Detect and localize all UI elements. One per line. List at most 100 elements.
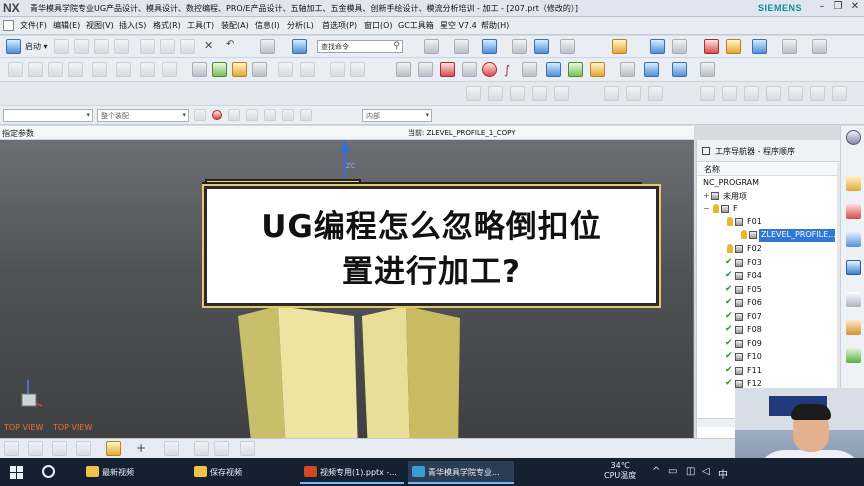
- plus-icon[interactable]: +: [136, 441, 146, 455]
- start-menu-button[interactable]: 启动 ▾: [25, 41, 48, 52]
- start-icon[interactable]: [6, 39, 21, 54]
- tree-node-program[interactable]: ✔ F09: [697, 338, 837, 351]
- op-tool-9-icon[interactable]: [700, 86, 715, 101]
- op-tool-10-icon[interactable]: [722, 86, 737, 101]
- taskbar-item-pptx[interactable]: 视频专用(1).pptx -...: [300, 461, 404, 484]
- flow-icon[interactable]: [644, 62, 659, 77]
- constraint-navigator-icon[interactable]: [846, 204, 861, 219]
- menu-analysis[interactable]: 分析(L): [287, 20, 314, 31]
- select-all-icon[interactable]: [194, 109, 206, 121]
- gear-icon[interactable]: [846, 130, 861, 145]
- view-tool-3-icon[interactable]: [52, 441, 67, 456]
- snap-4-icon[interactable]: [282, 109, 294, 121]
- volume-icon[interactable]: ◁: [702, 466, 710, 477]
- undo-icon[interactable]: ↶: [226, 39, 234, 50]
- show-icon[interactable]: [726, 39, 741, 54]
- cut-icon[interactable]: [140, 39, 155, 54]
- menu-gc-toolbox[interactable]: GC工具箱: [398, 20, 434, 31]
- op-tool-5-icon[interactable]: [554, 86, 569, 101]
- cut-region-icon[interactable]: [620, 62, 635, 77]
- material-icon[interactable]: [568, 62, 583, 77]
- op-tool-4-icon[interactable]: [532, 86, 547, 101]
- op-tool-8-icon[interactable]: [648, 86, 663, 101]
- view-tool-6-icon[interactable]: [194, 441, 209, 456]
- new-icon[interactable]: [54, 39, 69, 54]
- save-as-icon[interactable]: [114, 39, 129, 54]
- tree-node-program[interactable]: ✔ F11: [697, 365, 837, 378]
- menu-help[interactable]: 帮助(H): [481, 20, 509, 31]
- assembly-navigator-icon[interactable]: [846, 176, 861, 191]
- collision-icon[interactable]: [440, 62, 455, 77]
- copy-icon[interactable]: [160, 39, 175, 54]
- menu-view[interactable]: 视图(V): [86, 20, 114, 31]
- tree-node-program[interactable]: ✔ F08: [697, 324, 837, 337]
- mirror-icon[interactable]: [140, 62, 155, 77]
- windows-start-icon[interactable]: [10, 466, 23, 479]
- menu-window[interactable]: 窗口(O): [364, 20, 393, 31]
- tree-node-selected-operation[interactable]: ZLEVEL_PROFILE...: [759, 229, 836, 242]
- menu-preferences[interactable]: 首选项(P): [322, 20, 357, 31]
- speed-icon[interactable]: [350, 62, 365, 77]
- transform-icon[interactable]: [116, 62, 131, 77]
- verify-icon[interactable]: [162, 62, 177, 77]
- view-tool-2-icon[interactable]: [28, 441, 43, 456]
- tree-node-program[interactable]: ✔ F03: [697, 257, 837, 270]
- navigator-pin-icon[interactable]: [702, 147, 710, 155]
- menu-insert[interactable]: 插入(S): [119, 20, 146, 31]
- menu-xingkong[interactable]: 星空 V7.4: [440, 20, 477, 31]
- view-tool-1-icon[interactable]: [4, 441, 19, 456]
- feed-rate-icon[interactable]: [330, 62, 345, 77]
- menu-edit[interactable]: 编辑(E): [53, 20, 80, 31]
- minimize-icon[interactable]: –: [816, 1, 828, 13]
- search-icon[interactable]: ⚲: [393, 41, 400, 51]
- navigator-column-header[interactable]: 名称: [697, 163, 837, 176]
- replay-path-icon[interactable]: [212, 62, 227, 77]
- color-icon[interactable]: [590, 62, 605, 77]
- menu-file[interactable]: 文件(F): [20, 20, 47, 31]
- tree-node-program[interactable]: ✔ F10: [697, 351, 837, 364]
- tree-node-program[interactable]: ✔ F05: [697, 284, 837, 297]
- render-style-icon[interactable]: [512, 39, 527, 54]
- paste-icon[interactable]: [180, 39, 195, 54]
- snap-2-icon[interactable]: [246, 109, 258, 121]
- op-tool-13-icon[interactable]: [788, 86, 803, 101]
- deselect-icon[interactable]: [212, 110, 222, 120]
- boundary-icon[interactable]: [522, 62, 537, 77]
- operation-navigator-icon[interactable]: [846, 260, 861, 275]
- create-tool-icon[interactable]: [28, 62, 43, 77]
- palette-icon[interactable]: [106, 441, 121, 456]
- tree-node-unused[interactable]: + 未用项: [697, 190, 837, 203]
- op-tool-15-icon[interactable]: [832, 86, 847, 101]
- tree-node-group[interactable]: − F: [697, 203, 837, 216]
- tree-node-program[interactable]: ✔ F04: [697, 270, 837, 283]
- measure-icon[interactable]: [672, 39, 687, 54]
- menu-tools[interactable]: 工具(T): [187, 20, 214, 31]
- view-tool-5-icon[interactable]: [164, 441, 179, 456]
- simulate-icon[interactable]: [232, 62, 247, 77]
- ruler-icon[interactable]: [812, 39, 827, 54]
- op-tool-11-icon[interactable]: [744, 86, 759, 101]
- close-icon[interactable]: ✕: [849, 1, 861, 13]
- pen-icon[interactable]: [700, 62, 715, 77]
- reuse-library-icon[interactable]: [846, 320, 861, 335]
- menu-toggle-icon[interactable]: [3, 20, 14, 31]
- view-tool-8-icon[interactable]: [240, 441, 255, 456]
- filter-scope-dropdown[interactable]: 整个装配 ▾: [97, 109, 189, 122]
- cut-tool-icon[interactable]: [92, 62, 107, 77]
- network-status-icon[interactable]: ◫: [686, 466, 695, 477]
- shaded-view-icon[interactable]: [482, 39, 497, 54]
- snap-1-icon[interactable]: [228, 109, 240, 121]
- hide-icon[interactable]: [704, 39, 719, 54]
- taskbar-item-latest-video[interactable]: 最新视频: [82, 461, 184, 484]
- command-search-input[interactable]: 查找命令 ⚲: [317, 40, 403, 53]
- curve-icon[interactable]: ∫: [504, 63, 510, 77]
- ime-indicator[interactable]: 中: [718, 466, 728, 481]
- tree-node-program[interactable]: F01: [697, 216, 837, 229]
- menu-assembly[interactable]: 装配(A): [221, 20, 249, 31]
- open-icon[interactable]: [74, 39, 89, 54]
- op-tool-14-icon[interactable]: [810, 86, 825, 101]
- background-icon[interactable]: [560, 39, 575, 54]
- taskbar-item-nx[interactable]: 青华模具学院专业...: [408, 461, 514, 484]
- create-geometry-icon[interactable]: [48, 62, 63, 77]
- snap-5-icon[interactable]: [300, 109, 312, 121]
